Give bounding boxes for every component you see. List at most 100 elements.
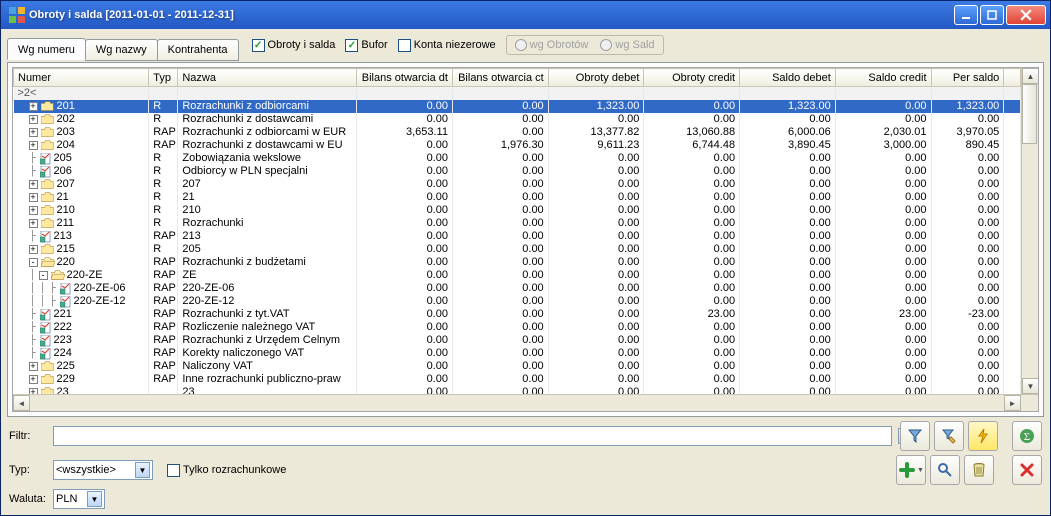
table-row[interactable]: +204RAPRozrachunki z dostawcami w EU0.00… [14,139,1021,152]
table-row[interactable]: +211RRozrachunki0.000.000.000.000.000.00… [14,217,1021,230]
sigma-icon: Σ [1019,428,1035,444]
tab-nazwa[interactable]: Wg nazwy [85,39,158,61]
table-row[interactable]: +215R2050.000.000.000.000.000.000.00 [14,243,1021,256]
add-button[interactable]: ▼ [896,455,926,485]
lightning-icon [975,428,991,444]
checkbox-konta-niezerowe[interactable]: Konta niezerowe [398,39,496,52]
maximize-button[interactable] [980,5,1004,25]
table-row[interactable]: ├223RAPRozrachunki z Urzędem Celnym0.000… [14,334,1021,347]
accounts-table[interactable]: Numer Typ Nazwa Bilans otwarcia dt Bilan… [13,68,1021,394]
type-select[interactable]: <wszystkie>▼ [53,460,153,480]
document-icon [40,348,52,360]
table-row[interactable]: +229RAPInne rozrachunki publiczno-praw0.… [14,373,1021,386]
table-row[interactable]: ││├220-ZE-06RAP220-ZE-060.000.000.000.00… [14,282,1021,295]
funnel-pencil-icon [941,428,957,444]
trash-button[interactable] [964,455,994,485]
scroll-up-button[interactable]: ▲ [1022,68,1039,84]
expand-toggle[interactable]: + [29,219,38,228]
magnifier-icon [937,462,953,478]
document-icon [40,322,52,334]
table-row[interactable]: +21R210.000.000.000.000.000.000.00 [14,191,1021,204]
funnel-button[interactable] [900,421,930,451]
currency-select[interactable]: PLN▼ [53,489,105,509]
document-icon [40,335,52,347]
filter-input[interactable] [53,426,892,446]
tab-numer[interactable]: Wg numeru [7,38,86,60]
expand-toggle[interactable]: + [29,180,38,189]
folder-icon [41,387,55,394]
table-row[interactable]: ├222RAPRozliczenie należnego VAT0.000.00… [14,321,1021,334]
scroll-down-button[interactable]: ▼ [1022,378,1039,394]
table-row[interactable]: ││├220-ZE-12RAP220-ZE-120.000.000.000.00… [14,295,1021,308]
window: Obroty i salda [2011-01-01 - 2011-12-31]… [0,0,1051,516]
expand-toggle[interactable]: + [29,193,38,202]
x-icon [1019,462,1035,478]
horizontal-scrollbar[interactable]: ◄ ► [13,394,1038,411]
expand-toggle[interactable]: - [29,258,38,267]
table-row[interactable]: ├205RZobowiązania wekslowe0.000.000.000.… [14,152,1021,165]
radio-wg-sald: wg Sald [600,39,654,51]
funnel-icon [907,428,923,444]
titlebar[interactable]: Obroty i salda [2011-01-01 - 2011-12-31] [1,1,1050,29]
vertical-scrollbar[interactable]: ▲ ▼ [1021,68,1038,394]
table-row[interactable]: ├224RAPKorekty naliczonego VAT0.000.000.… [14,347,1021,360]
app-icon [9,7,25,23]
expand-toggle[interactable]: + [29,128,38,137]
document-icon [40,153,52,165]
folder-open-icon [51,270,65,281]
checkbox-bufor[interactable]: ✓Bufor [345,39,387,52]
window-title: Obroty i salda [2011-01-01 - 2011-12-31] [29,9,954,21]
table-row[interactable]: +210R2100.000.000.000.000.000.000.00 [14,204,1021,217]
document-icon [60,283,72,295]
table-row[interactable]: │-220-ZERAPZE0.000.000.000.000.000.000.0… [14,269,1021,282]
search-button[interactable] [930,455,960,485]
document-icon [60,296,72,308]
scroll-left-button[interactable]: ◄ [13,395,30,411]
folder-icon [41,374,55,385]
checkbox-tylko-rozrachunkowe[interactable]: Tylko rozrachunkowe [167,464,286,477]
close-window-button[interactable] [1012,455,1042,485]
table-row[interactable]: ├213RAP2130.000.000.000.000.000.000.00 [14,230,1021,243]
expand-toggle[interactable]: + [29,362,38,371]
expand-toggle[interactable]: - [39,271,48,280]
radio-group-mode: wg Obrotów wg Sald [506,35,664,55]
expand-toggle[interactable]: + [29,115,38,124]
filter-row[interactable]: >2< [14,87,1021,101]
expand-toggle[interactable]: + [29,102,38,111]
folder-icon [41,101,55,112]
table-row[interactable]: ├221RAPRozrachunki z tyt.VAT0.000.000.00… [14,308,1021,321]
document-icon [40,309,52,321]
table-row[interactable]: +203RAPRozrachunki z odbiorcami w EUR3,6… [14,126,1021,139]
tab-kontrahenta[interactable]: Kontrahenta [157,39,239,61]
expand-toggle[interactable]: + [29,245,38,254]
table-row[interactable]: +201RRozrachunki z odbiorcami0.000.001,3… [14,100,1021,113]
document-icon [40,231,52,243]
plus-icon [898,461,916,479]
filter-label: Filtr: [9,430,49,442]
expand-toggle[interactable]: + [29,206,38,215]
lightning-button[interactable] [968,421,998,451]
table-row[interactable]: +202RRozrachunki z dostawcami0.000.000.0… [14,113,1021,126]
table-row[interactable]: +207R2070.000.000.000.000.000.000.00 [14,178,1021,191]
view-tabs: Wg numeru Wg nazwy Kontrahenta [7,38,238,60]
folder-icon [41,205,55,216]
sum-button[interactable]: Σ [1012,421,1042,451]
document-icon [40,166,52,178]
minimize-button[interactable] [954,5,978,25]
scroll-right-button[interactable]: ► [1004,395,1021,411]
table-row[interactable]: +23230.000.000.000.000.000.000.00 [14,386,1021,394]
folder-icon [41,179,55,190]
expand-toggle[interactable]: + [29,375,38,384]
table-row[interactable]: +225RAPNaliczony VAT0.000.000.000.000.00… [14,360,1021,373]
folder-icon [41,244,55,255]
folder-icon [41,127,55,138]
checkbox-obroty-salda[interactable]: ✓Obroty i salda [252,39,336,52]
table-row[interactable]: ├206ROdbiorcy w PLN specjalni0.000.000.0… [14,165,1021,178]
close-button[interactable] [1006,5,1046,25]
folder-icon [41,140,55,151]
expand-toggle[interactable]: + [29,141,38,150]
folder-icon [41,218,55,229]
table-row[interactable]: -220RAPRozrachunki z budżetami0.000.000.… [14,256,1021,269]
funnel-edit-button[interactable] [934,421,964,451]
table-header[interactable]: Numer Typ Nazwa Bilans otwarcia dt Bilan… [14,69,1021,87]
